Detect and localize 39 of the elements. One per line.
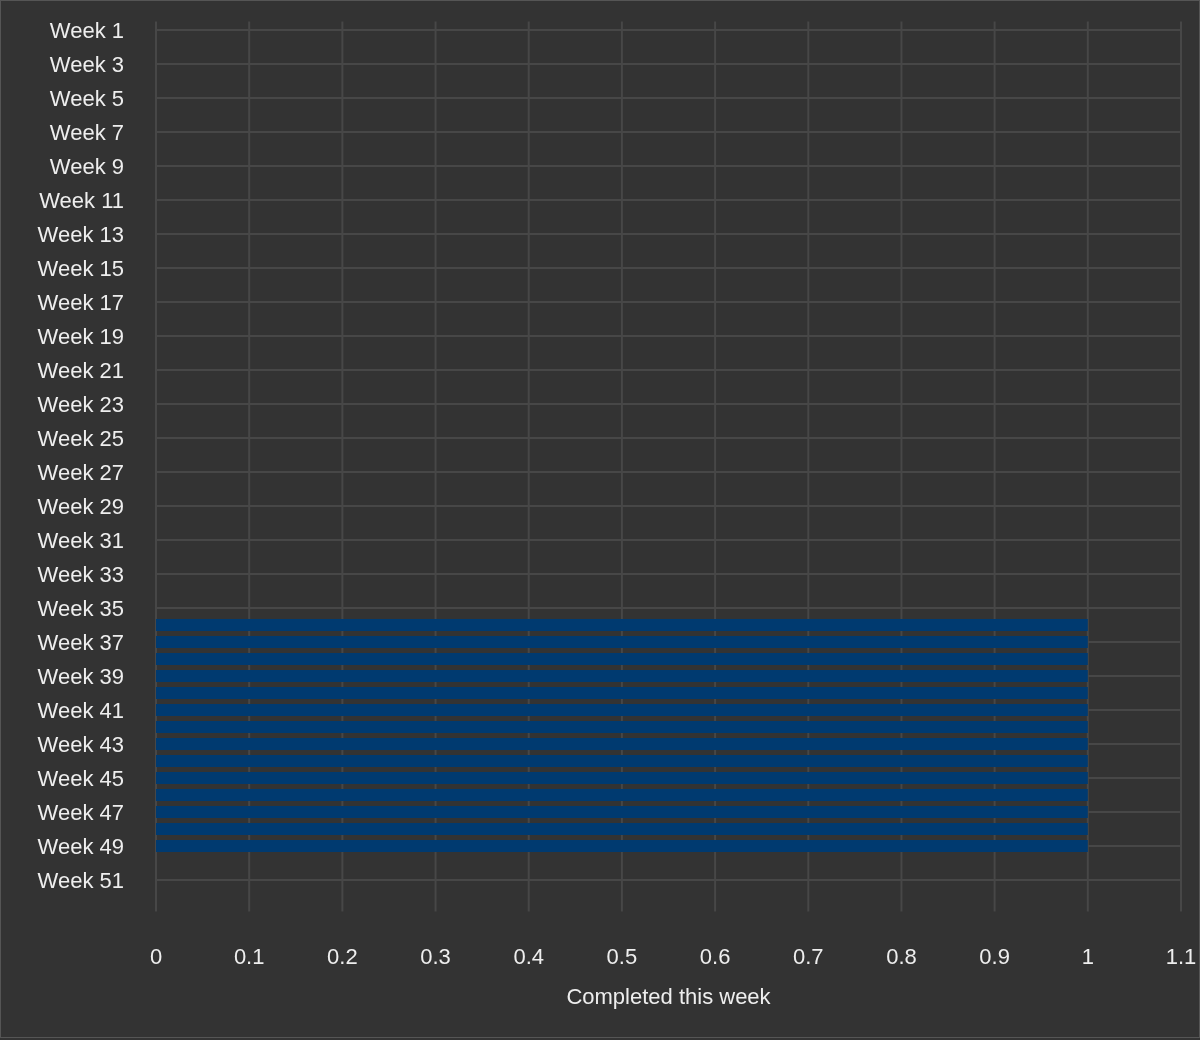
axis-label: Week 11 — [39, 187, 124, 213]
axis-label: Week 1 — [49, 17, 124, 43]
axis-label: Week 47 — [37, 799, 124, 825]
axis-label: 0.6 — [699, 943, 731, 969]
axis-label: 1.1 — [1165, 943, 1197, 969]
axis-label: 0.5 — [606, 943, 638, 969]
axis-label: Week 19 — [37, 323, 124, 349]
axis-label: Week 33 — [37, 561, 124, 587]
axis-label: Week 9 — [49, 153, 124, 179]
axis-label: Week 17 — [37, 289, 124, 315]
axis-label: Week 49 — [37, 833, 124, 859]
axis-label: Week 7 — [49, 119, 124, 145]
axis-label: Week 37 — [37, 629, 124, 655]
axis-label: Week 45 — [37, 765, 124, 791]
axis-label: 0.9 — [979, 943, 1010, 969]
axis-label: 0.7 — [793, 943, 824, 969]
axis-label: Week 29 — [37, 493, 124, 519]
axis-label: Week 31 — [37, 527, 124, 553]
axis-label: 0.4 — [513, 943, 544, 969]
axis-label: 0 — [149, 943, 163, 969]
axis-label: Week 15 — [37, 255, 124, 281]
axis-label: Week 43 — [37, 731, 124, 757]
axis-label: Week 41 — [37, 697, 124, 723]
axis-label: Week 21 — [37, 357, 124, 383]
axis-label: Week 3 — [49, 51, 124, 77]
axis-label: Week 39 — [37, 663, 124, 689]
axis-title: Completed this week — [566, 983, 771, 1009]
axis-label: Week 25 — [37, 425, 124, 451]
axis-label: Week 23 — [37, 391, 124, 417]
axis-label: Week 27 — [37, 459, 124, 485]
axis-label: 0.2 — [327, 943, 358, 969]
axis-label: 0.3 — [420, 943, 451, 969]
axis-label: 1 — [1081, 943, 1094, 969]
axis-label: Week 35 — [37, 595, 124, 621]
axis-label: 0.8 — [886, 943, 917, 969]
axis-label: 0.1 — [233, 943, 265, 969]
axis-label: Week 13 — [37, 221, 124, 247]
axis-label: Week 51 — [37, 867, 124, 893]
axis-label: Week 5 — [49, 85, 124, 111]
